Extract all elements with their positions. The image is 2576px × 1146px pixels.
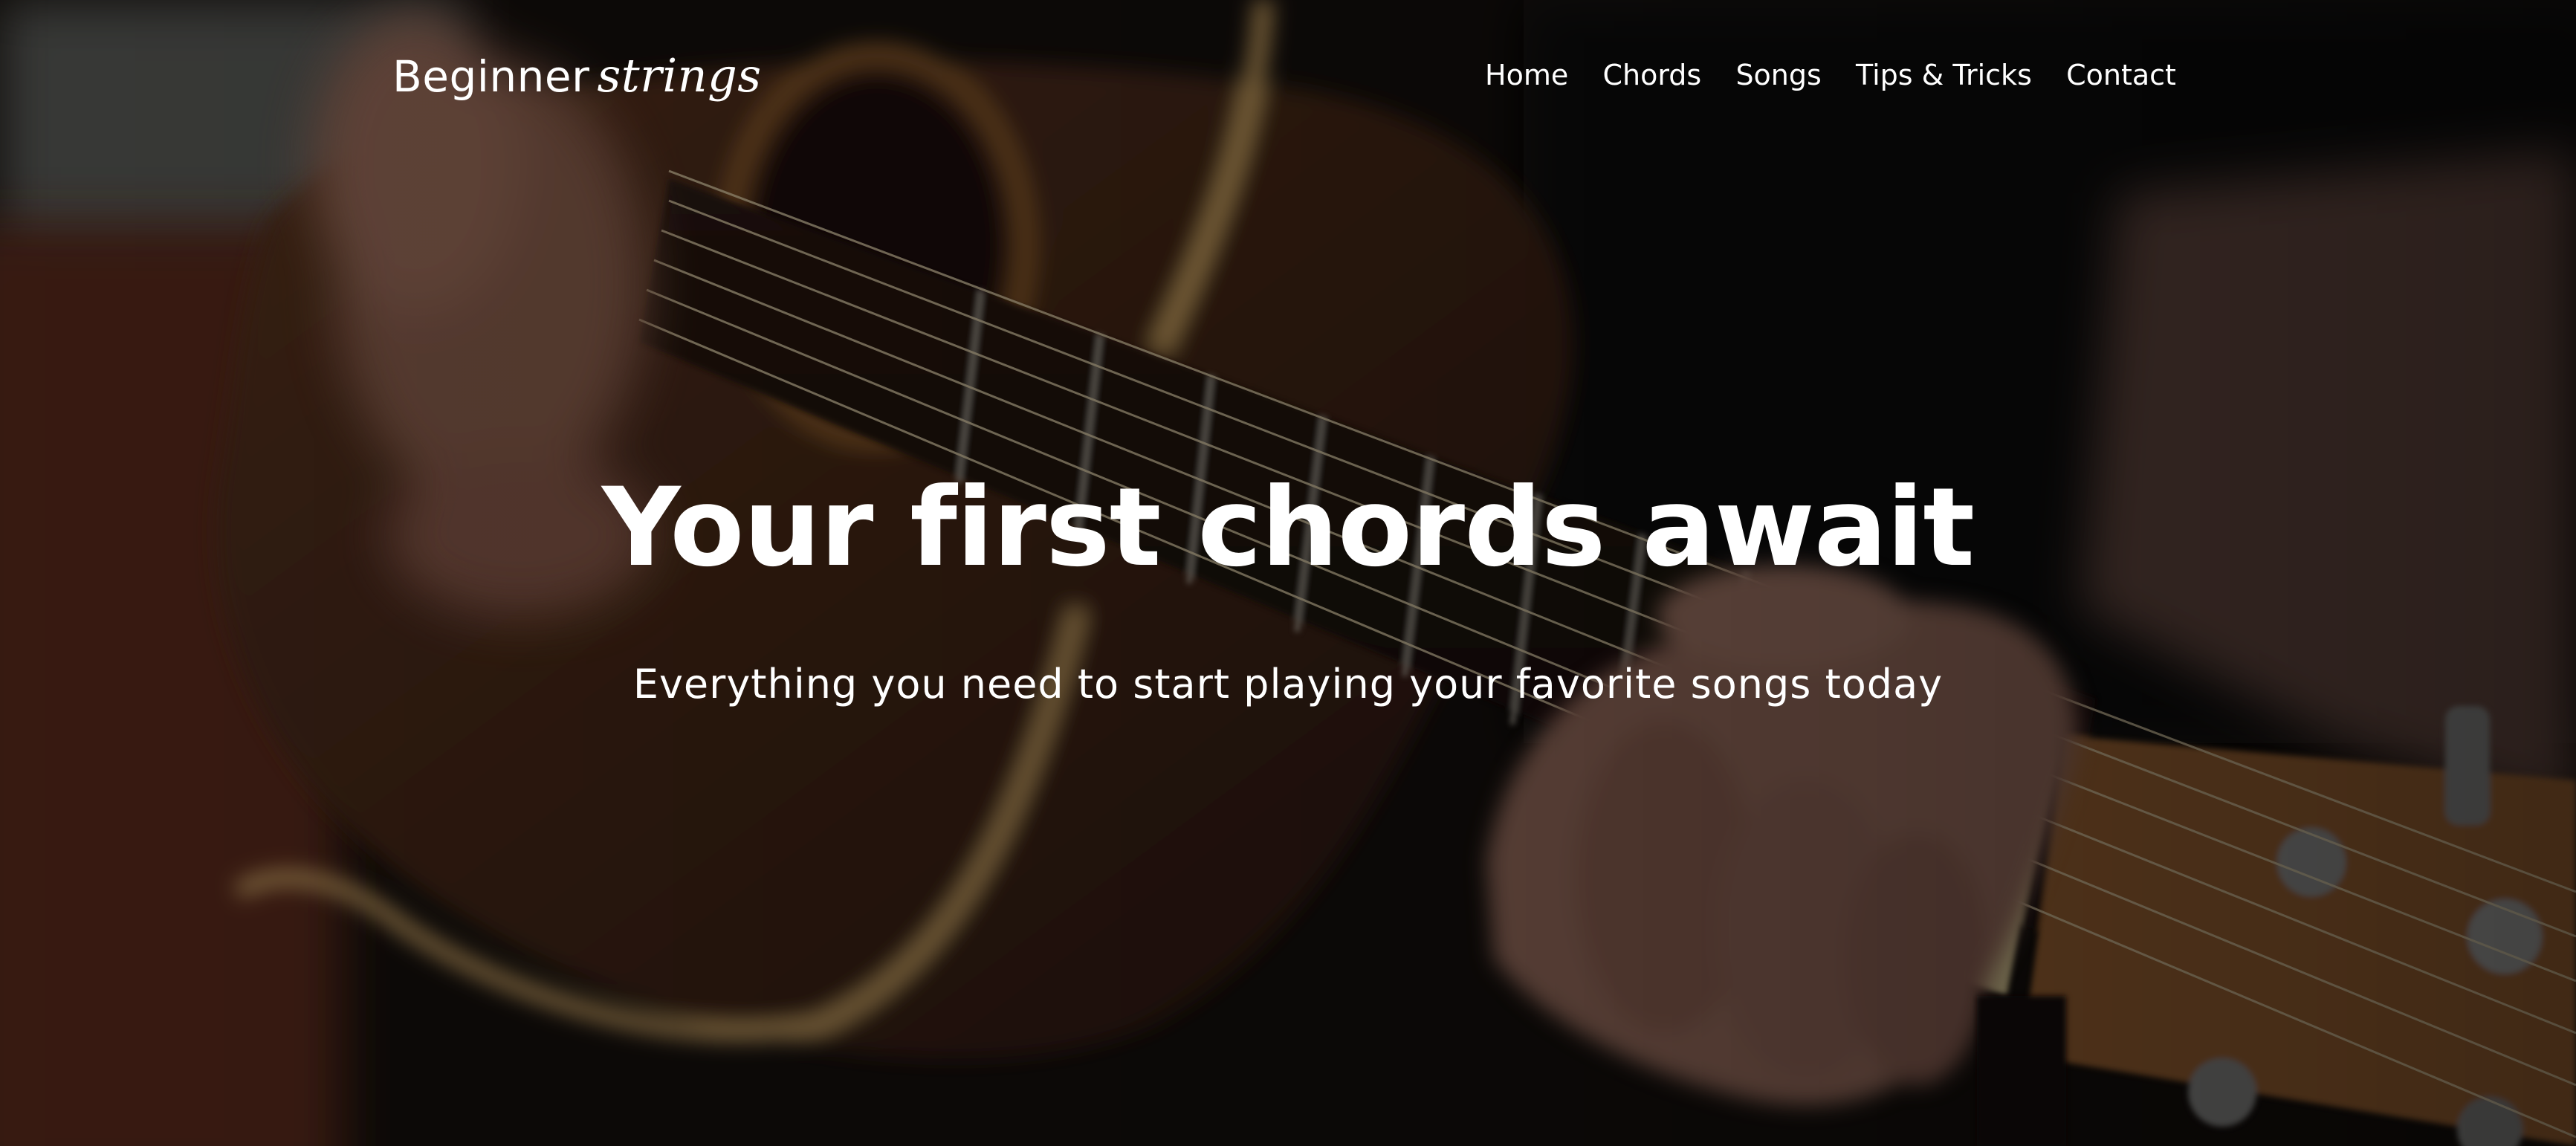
brand-text-regular: Beginner [392,51,590,102]
nav-item-chords[interactable]: Chords [1602,52,1701,98]
nav-item-contact[interactable]: Contact [2066,52,2176,98]
nav-links: Home Chords Songs Tips & Tricks Contact [1485,52,2176,98]
brand-logo[interactable]: Beginner strings [392,46,762,106]
hero-subtitle: Everything you need to start playing you… [632,661,1944,708]
hero-title: Your first chords await [601,464,1975,591]
nav-item-home[interactable]: Home [1485,52,1568,98]
nav-item-tips-tricks[interactable]: Tips & Tricks [1856,52,2032,98]
navbar: Beginner strings Home Chords Songs Tips &… [0,0,2576,149]
nav-item-songs[interactable]: Songs [1735,52,1821,98]
brand-text-script: strings [597,48,762,103]
hero-section: Beginner strings Home Chords Songs Tips &… [0,0,2576,1146]
